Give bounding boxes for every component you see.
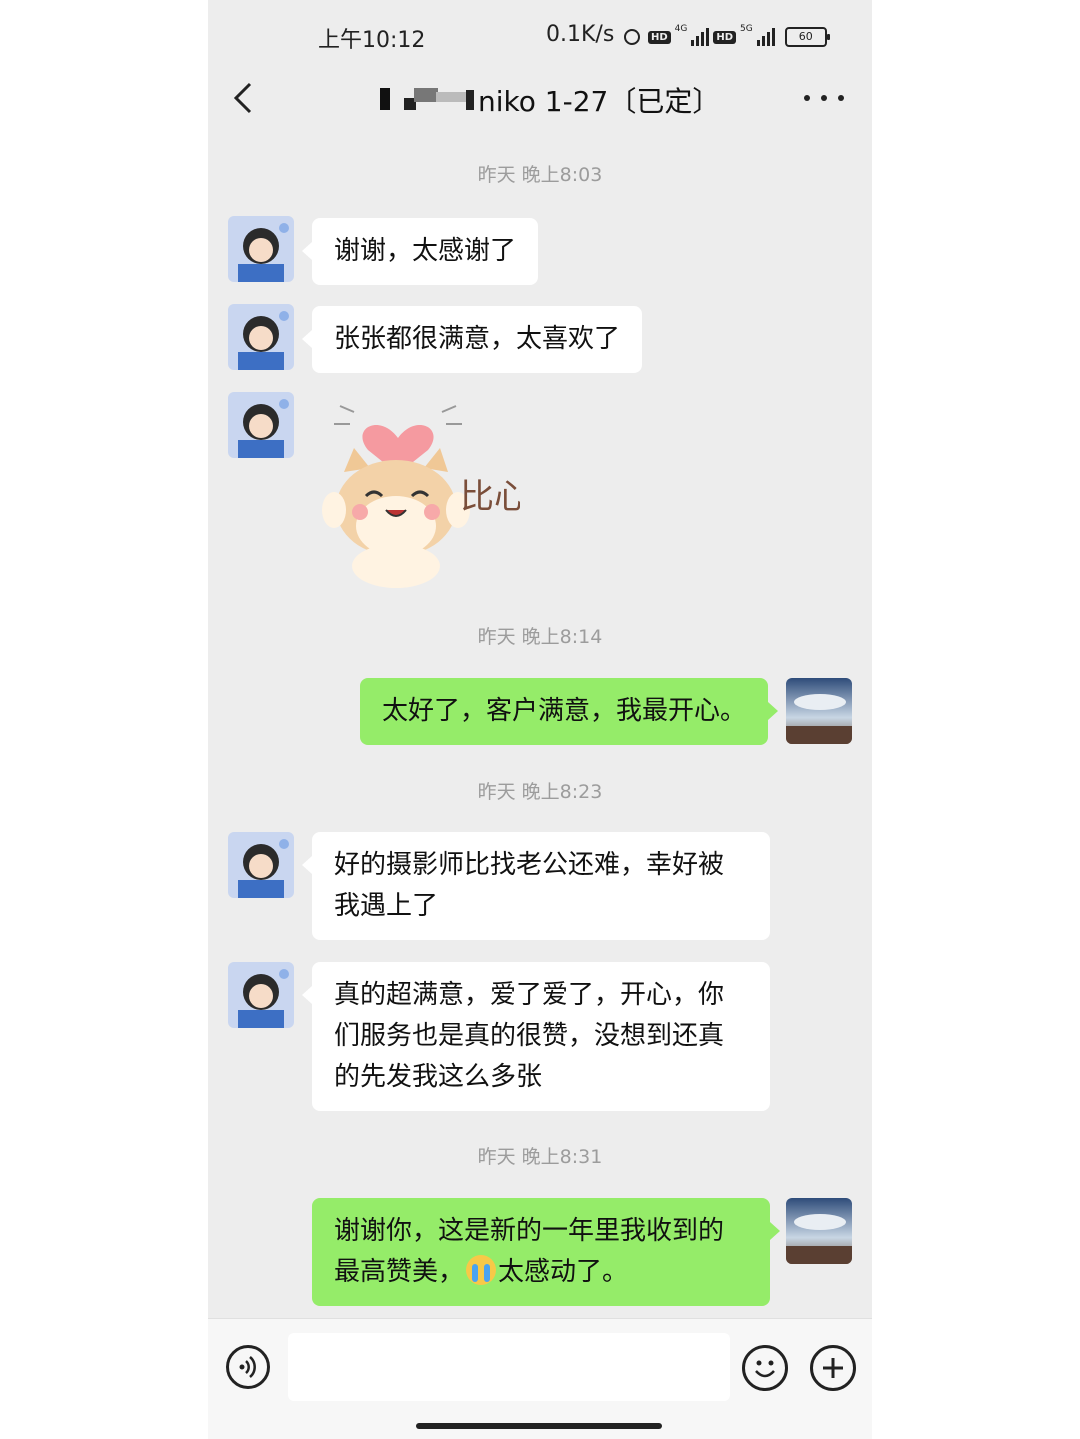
message-line: 真的超满意，爱了爱了，开心，你 bbox=[334, 980, 725, 1010]
battery-icon: 60 bbox=[784, 27, 830, 47]
redacted-name-part bbox=[466, 90, 474, 110]
redacted-name bbox=[380, 88, 390, 110]
message-timestamp: 昨天 晚上8:23 bbox=[477, 781, 603, 803]
signal-icon-2 bbox=[756, 28, 775, 46]
network-speed: 0.1K/s bbox=[546, 22, 615, 47]
crying-face-icon bbox=[466, 1255, 497, 1285]
network-type-4g: 4G bbox=[674, 24, 688, 34]
message-bubble[interactable]: 谢谢你，这是新的一年里我收到的 最高赞美， 太感动了。 bbox=[312, 1198, 780, 1306]
message-line: 谢谢你，这是新的一年里我收到的 bbox=[334, 1216, 725, 1246]
avatar[interactable] bbox=[786, 1198, 852, 1264]
network-type-5g: 5G bbox=[740, 24, 753, 34]
page-title: niko 1-27〔已定〕 bbox=[478, 85, 721, 118]
message-bubble[interactable]: 张张都很满意，太喜欢了 bbox=[301, 306, 643, 373]
more-dots-icon[interactable] bbox=[804, 84, 844, 112]
alarm-icon bbox=[624, 29, 640, 45]
message-bubble[interactable]: 太好了，客户满意，我最开心。 bbox=[359, 678, 779, 745]
sticker-message[interactable]: 比心 bbox=[320, 398, 528, 588]
message-bubble[interactable]: 谢谢，太感谢了 bbox=[301, 218, 539, 285]
avatar[interactable] bbox=[228, 832, 294, 898]
message-timestamp: 昨天 晚上8:03 bbox=[477, 164, 603, 186]
message-timestamp: 昨天 晚上8:31 bbox=[477, 1146, 603, 1168]
avatar[interactable] bbox=[228, 304, 294, 370]
sticker-text-1: 比心 bbox=[460, 477, 520, 517]
chevron-left-icon[interactable] bbox=[230, 80, 260, 116]
home-indicator[interactable] bbox=[416, 1423, 662, 1429]
message-line: 好的摄影师比找老公还难，幸好被 bbox=[334, 850, 725, 880]
redacted-name-part bbox=[436, 92, 466, 102]
nav-bar: niko 1-27〔已定〕 bbox=[208, 62, 872, 134]
message-bubble[interactable]: 真的超满意，爱了爱了，开心，你 们服务也是真的很赞，没想到还真 的先发我这么多张 bbox=[302, 962, 770, 1111]
message-input[interactable] bbox=[288, 1333, 730, 1401]
chat-title: niko 1-27〔已定〕 bbox=[358, 78, 758, 118]
avatar[interactable] bbox=[228, 392, 294, 458]
avatar[interactable] bbox=[228, 962, 294, 1028]
avatar[interactable] bbox=[228, 216, 294, 282]
signal-icon bbox=[691, 28, 710, 46]
input-bar bbox=[208, 1318, 872, 1439]
message-bubble[interactable]: 好的摄影师比找老公还难，幸好被 我遇上了 bbox=[302, 832, 770, 940]
hd-badge-2: HD bbox=[713, 30, 737, 44]
emoji-icon[interactable] bbox=[742, 1345, 788, 1391]
message-text: 太感动了。 bbox=[498, 1257, 629, 1287]
status-icons: HD 4G HD 5G 60 bbox=[620, 24, 830, 50]
plus-icon[interactable] bbox=[810, 1345, 856, 1391]
status-time: 上午10:12 bbox=[318, 28, 426, 53]
hd-badge: HD bbox=[648, 30, 671, 44]
message-line: 的先发我这么多张 bbox=[334, 1062, 543, 1092]
avatar[interactable] bbox=[786, 678, 852, 744]
message-line: 我遇上了 bbox=[334, 891, 439, 921]
voice-icon[interactable] bbox=[226, 1345, 270, 1389]
message-line: 最高赞美， 太感动了。 bbox=[334, 1252, 748, 1293]
message-line: 们服务也是真的很赞，没想到还真 bbox=[334, 1021, 725, 1051]
message-timestamp: 昨天 晚上8:14 bbox=[477, 626, 603, 648]
chat-screen: 上午10:12 0.1K/s HD 4G HD 5G 60 niko 1-27〔… bbox=[208, 0, 872, 1439]
message-text: 最高赞美， bbox=[334, 1257, 465, 1287]
redacted-name-part bbox=[414, 88, 438, 102]
